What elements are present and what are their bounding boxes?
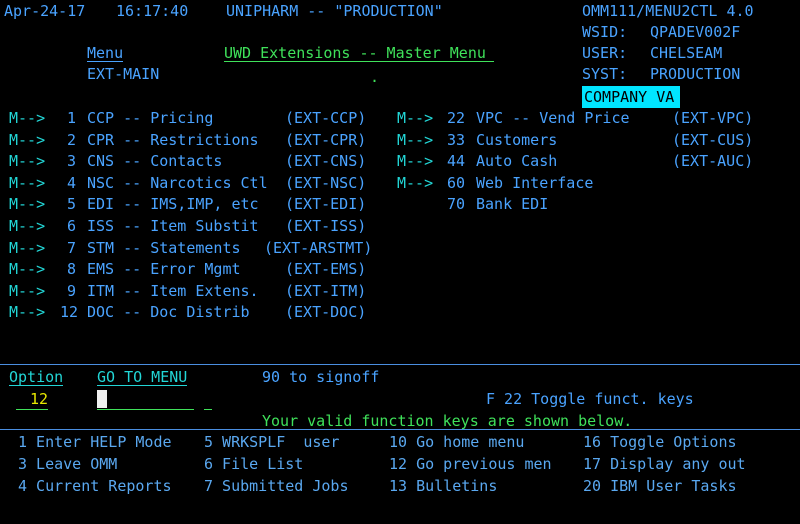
fkey-leave-omm[interactable]: 3 Leave OMM (18, 453, 117, 475)
menu-item-cns[interactable]: CNS -- Contacts (87, 150, 222, 172)
menu-option-number: 33 (447, 131, 466, 149)
menu-option-number: 7 (66, 239, 76, 257)
menu-option-number: 8 (66, 260, 76, 278)
menu-label: Menu (87, 44, 124, 62)
menu-marker[interactable]: M--> (9, 258, 45, 280)
menu-item-vpc[interactable]: VPC -- Vend Price (476, 107, 630, 129)
menu-item-web-interface[interactable]: Web Interface (476, 172, 593, 194)
menu-item-code: (EXT-ITM) (285, 282, 367, 300)
menu-marker[interactable]: M--> (397, 129, 433, 151)
menu-option-number: 4 (66, 174, 76, 192)
menu-marker[interactable]: M--> (397, 172, 433, 194)
menu-name: EXT-MAIN (87, 65, 160, 83)
fkey-bulletins[interactable]: 13 Bulletins (389, 475, 497, 497)
menu-marker[interactable]: M--> (9, 129, 45, 151)
menu-item-code: (EXT-VPC) (672, 109, 754, 127)
menu-item-code: (EXT-NSC) (285, 174, 367, 192)
fkey-previous-menu[interactable]: 12 Go previous men (389, 453, 552, 475)
menu-item-ems[interactable]: EMS -- Error Mgmt (87, 258, 241, 280)
option-value[interactable]: 12 (30, 388, 48, 410)
option-field-underline (16, 409, 48, 410)
divider (0, 429, 800, 430)
toggle-function-keys-hint: F 22 Toggle funct. keys (486, 390, 694, 408)
fkey-ibm-user-tasks[interactable]: 20 IBM User Tasks (583, 475, 737, 497)
program-id: OMM111/MENU2CTL 4.0 (582, 2, 754, 20)
menu-option-number: 70 (447, 195, 466, 213)
menu-item-auto-cash[interactable]: Auto Cash (476, 150, 557, 172)
menu-marker[interactable]: M--> (397, 107, 433, 129)
wsid-value: QPADEV002F (650, 23, 741, 41)
menu-item-code: (EXT-DOC) (285, 303, 367, 321)
header-date: Apr-24-17 (4, 2, 86, 20)
user-label: USER: (582, 44, 628, 62)
menu-marker[interactable]: M--> (9, 301, 45, 323)
wsid-label: WSID: (582, 23, 628, 41)
fkey-help[interactable]: 1 Enter HELP Mode (18, 431, 172, 453)
menu-option-number: 9 (66, 282, 76, 300)
divider (0, 364, 800, 365)
menu-item-code: (EXT-CPR) (285, 131, 367, 149)
menu-item-bank-edi[interactable]: Bank EDI (476, 193, 548, 215)
menu-marker[interactable]: M--> (9, 172, 45, 194)
menu-marker[interactable]: M--> (9, 237, 45, 259)
menu-item-edi[interactable]: EDI -- IMS,IMP, etc (87, 193, 259, 215)
title-dot: . (370, 68, 380, 86)
menu-option-number: 44 (447, 152, 466, 170)
menu-item-itm[interactable]: ITM -- Item Extens. (87, 280, 259, 302)
menu-option-number: 5 (66, 195, 76, 213)
menu-item-customers[interactable]: Customers (476, 129, 557, 151)
menu-item-code: (EXT-AUC) (672, 152, 754, 170)
fkey-file-list[interactable]: 6 File List (204, 453, 303, 475)
menu-marker[interactable]: M--> (9, 107, 45, 129)
fkey-display-any-out[interactable]: 17 Display any out (583, 453, 746, 475)
text-cursor (97, 390, 107, 408)
menu-option-number: 6 (66, 217, 76, 235)
menu-item-code: (EXT-EDI) (285, 195, 367, 213)
fkey-home-menu[interactable]: 10 Go home menu (389, 431, 524, 453)
header-time: 16:17:40 (116, 2, 189, 20)
fkey-submitted-jobs[interactable]: 7 Submitted Jobs (204, 475, 349, 497)
system-title: UNIPHARM -- "PRODUCTION" (226, 2, 443, 20)
goto-field-underline (97, 409, 194, 410)
menu-item-iss[interactable]: ISS -- Item Substit (87, 215, 259, 237)
menu-marker[interactable]: M--> (9, 215, 45, 237)
menu-title: UWD Extensions -- Master Menu (224, 42, 494, 62)
menu-item-code: (EXT-ARSTMT) (264, 239, 373, 257)
menu-item-ccp[interactable]: CCP -- Pricing (87, 107, 213, 129)
menu-item-code: (EXT-CNS) (285, 152, 367, 170)
menu-item-doc[interactable]: DOC -- Doc Distrib (87, 301, 250, 323)
menu-option-number: 12 (59, 303, 78, 321)
signoff-hint: 90 to signoff (262, 368, 380, 386)
syst-label: SYST: (582, 65, 628, 83)
menu-option-number: 1 (66, 109, 76, 127)
option-label: Option (9, 368, 64, 386)
menu-item-nsc[interactable]: NSC -- Narcotics Ctl (87, 172, 268, 194)
goto-field-underline-tail (204, 409, 212, 410)
menu-option-number: 22 (447, 109, 466, 127)
menu-marker[interactable]: M--> (397, 150, 433, 172)
goto-menu-label: GO TO MENU (97, 368, 188, 386)
menu-marker[interactable]: M--> (9, 193, 45, 215)
menu-item-code: (EXT-CCP) (285, 109, 367, 127)
fkey-toggle-options[interactable]: 16 Toggle Options (583, 431, 737, 453)
menu-option-number: 3 (66, 152, 76, 170)
company-badge: COMPANY VA (582, 86, 681, 108)
user-value: CHELSEAM (650, 44, 723, 62)
menu-option-number: 60 (447, 174, 466, 192)
fkey-current-reports[interactable]: 4 Current Reports (18, 475, 172, 497)
menu-item-stm[interactable]: STM -- Statements (87, 237, 241, 259)
menu-marker[interactable]: M--> (9, 150, 45, 172)
menu-option-number: 2 (66, 131, 76, 149)
menu-item-cpr[interactable]: CPR -- Restrictions (87, 129, 259, 151)
menu-marker[interactable]: M--> (9, 280, 45, 302)
menu-item-code: (EXT-ISS) (285, 217, 367, 235)
goto-menu-input[interactable] (97, 388, 217, 410)
menu-item-code: (EXT-EMS) (285, 260, 367, 278)
fkey-wrksplf[interactable]: 5 WRKSPLF user (204, 431, 339, 453)
menu-item-code: (EXT-CUS) (672, 131, 754, 149)
syst-value: PRODUCTION (650, 65, 741, 83)
